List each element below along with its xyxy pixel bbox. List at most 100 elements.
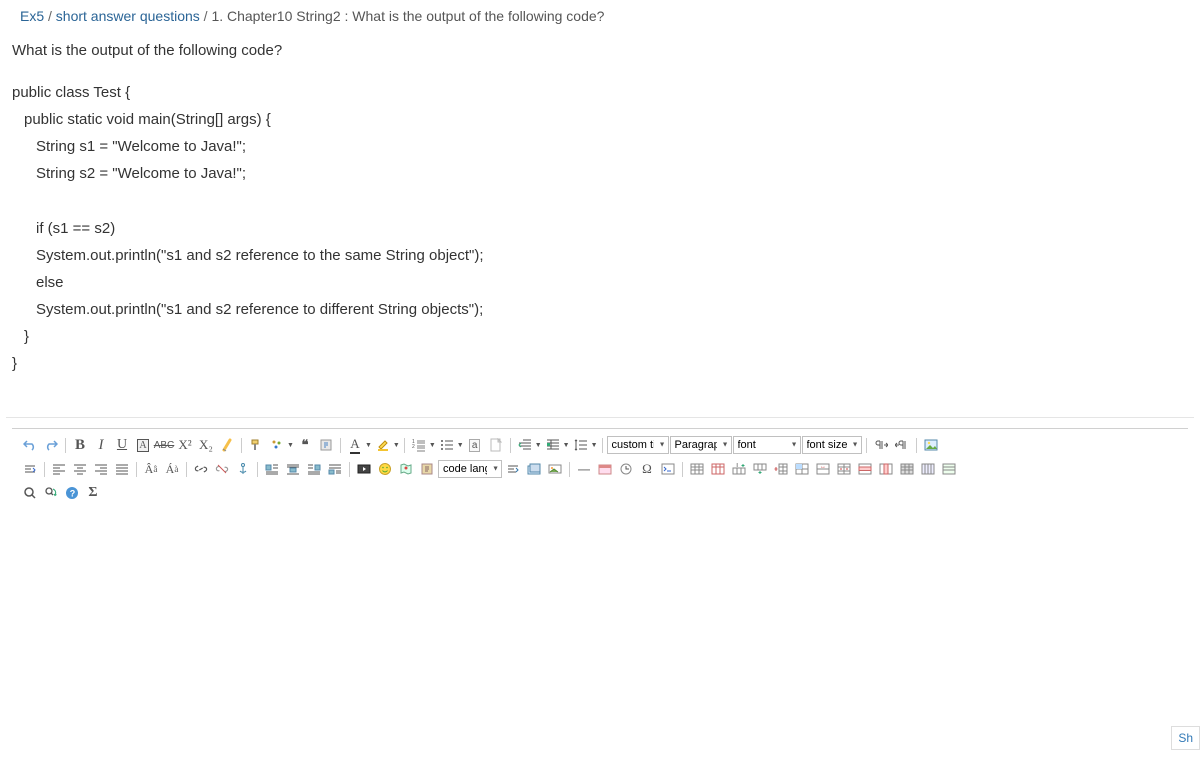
side-panel-toggle[interactable]: Sh: [1171, 726, 1200, 750]
dropdown-caret[interactable]: ▼: [591, 442, 598, 449]
date-button[interactable]: [595, 459, 615, 479]
map-button[interactable]: [396, 459, 416, 479]
font-select[interactable]: [733, 436, 801, 454]
code-line: System.out.println("s1 and s2 reference …: [12, 242, 1188, 269]
paragraph-select[interactable]: [670, 436, 732, 454]
code-line: }: [12, 350, 1188, 377]
gallery-button[interactable]: [524, 459, 544, 479]
breadcrumb-root[interactable]: Ex5: [20, 8, 44, 24]
ordered-list-button[interactable]: 12: [409, 435, 429, 455]
unordered-list-button[interactable]: [437, 435, 457, 455]
question-text: What is the output of the following code…: [0, 32, 1200, 79]
snippet-button[interactable]: [658, 459, 678, 479]
insert-col-after-button[interactable]: [792, 459, 812, 479]
svg-text:↔: ↔: [820, 464, 826, 470]
col-props-button[interactable]: [918, 459, 938, 479]
highlight-color-button[interactable]: [373, 435, 393, 455]
indent-button[interactable]: [543, 435, 563, 455]
find-button[interactable]: [20, 483, 40, 503]
breadcrumb-mid[interactable]: short answer questions: [56, 8, 200, 24]
quote-button[interactable]: ❝: [295, 435, 315, 455]
split-cells-button[interactable]: [834, 459, 854, 479]
editor-content-area[interactable]: [12, 503, 1188, 623]
strikethrough-button[interactable]: ABC: [154, 435, 174, 455]
delete-row-button[interactable]: [855, 459, 875, 479]
uppercase-button[interactable]: Ââ: [141, 459, 161, 479]
video-button[interactable]: [354, 459, 374, 479]
special-char-button[interactable]: Ω: [637, 459, 657, 479]
text-direction-button[interactable]: [20, 459, 40, 479]
code-line: System.out.println("s1 and s2 reference …: [12, 296, 1188, 323]
code-lang-select[interactable]: [438, 460, 502, 478]
template-button[interactable]: [316, 435, 336, 455]
align-right-button[interactable]: [91, 459, 111, 479]
insert-col-before-button[interactable]: [771, 459, 791, 479]
cell-props-button[interactable]: [897, 459, 917, 479]
attachment-button[interactable]: [417, 459, 437, 479]
sigma-button[interactable]: Σ: [83, 483, 103, 503]
anchor-icon[interactable]: [233, 459, 253, 479]
underline-button[interactable]: U: [112, 435, 132, 455]
float-left-button[interactable]: [262, 459, 282, 479]
lowercase-button[interactable]: Áà: [162, 459, 182, 479]
dropdown-caret[interactable]: ▼: [287, 442, 294, 449]
insert-row-before-button[interactable]: T: [729, 459, 749, 479]
code-format-button[interactable]: [503, 459, 523, 479]
dropdown-caret[interactable]: ▼: [535, 442, 542, 449]
svg-text:T: T: [735, 463, 740, 469]
code-line: public static void main(String[] args) {: [12, 106, 1188, 133]
styles-button[interactable]: [267, 435, 287, 455]
redo-icon[interactable]: [41, 435, 61, 455]
code-line: if (s1 == s2): [12, 215, 1188, 242]
bold-button[interactable]: B: [70, 435, 90, 455]
replace-button[interactable]: [41, 483, 61, 503]
merge-cells-button[interactable]: ↔: [813, 459, 833, 479]
align-left-button[interactable]: [49, 459, 69, 479]
custom-title-select[interactable]: [607, 436, 669, 454]
ltr-button[interactable]: [871, 435, 891, 455]
emoji-button[interactable]: [375, 459, 395, 479]
dropdown-caret[interactable]: ▼: [563, 442, 570, 449]
dropdown-caret[interactable]: ▼: [393, 442, 400, 449]
clear-format-button[interactable]: [217, 435, 237, 455]
italic-button[interactable]: I: [91, 435, 111, 455]
code-line: String s2 = "Welcome to Java!";: [12, 160, 1188, 187]
font-color-button[interactable]: A: [345, 435, 365, 455]
hr-button[interactable]: —: [574, 459, 594, 479]
help-button[interactable]: ?: [62, 483, 82, 503]
page-break-button[interactable]: [486, 435, 506, 455]
text-background-button[interactable]: A: [133, 435, 153, 455]
format-painter-button[interactable]: [246, 435, 266, 455]
subscript-button[interactable]: X₂: [196, 435, 216, 455]
code-line: public class Test {: [12, 79, 1188, 106]
code-block: public class Test { public static void m…: [0, 79, 1200, 417]
float-right-button[interactable]: [304, 459, 324, 479]
float-clear-button[interactable]: [325, 459, 345, 479]
undo-icon[interactable]: [20, 435, 40, 455]
rtl-button[interactable]: [892, 435, 912, 455]
dropdown-caret[interactable]: ▼: [457, 442, 464, 449]
unlink-button[interactable]: [212, 459, 232, 479]
font-size-select[interactable]: [802, 436, 862, 454]
dropdown-caret[interactable]: ▼: [429, 442, 436, 449]
table2-button[interactable]: [708, 459, 728, 479]
delete-col-button[interactable]: [876, 459, 896, 479]
slideshow-button[interactable]: [545, 459, 565, 479]
outdent-button[interactable]: [515, 435, 535, 455]
breadcrumb-sep: /: [48, 8, 56, 24]
dropdown-caret[interactable]: ▼: [365, 442, 372, 449]
time-button[interactable]: [616, 459, 636, 479]
superscript-button[interactable]: X²: [175, 435, 195, 455]
float-none-button[interactable]: [283, 459, 303, 479]
align-center-button[interactable]: [70, 459, 90, 479]
table-button[interactable]: [687, 459, 707, 479]
link-button[interactable]: [191, 459, 211, 479]
insert-row-after-button[interactable]: [750, 459, 770, 479]
svg-text:?: ?: [70, 489, 76, 499]
image-button[interactable]: [921, 435, 941, 455]
line-height-button[interactable]: [571, 435, 591, 455]
row-props-button[interactable]: [939, 459, 959, 479]
align-justify-button[interactable]: [112, 459, 132, 479]
breadcrumb: Ex5 / short answer questions / 1. Chapte…: [0, 0, 1200, 32]
anchor-button[interactable]: a: [465, 435, 485, 455]
